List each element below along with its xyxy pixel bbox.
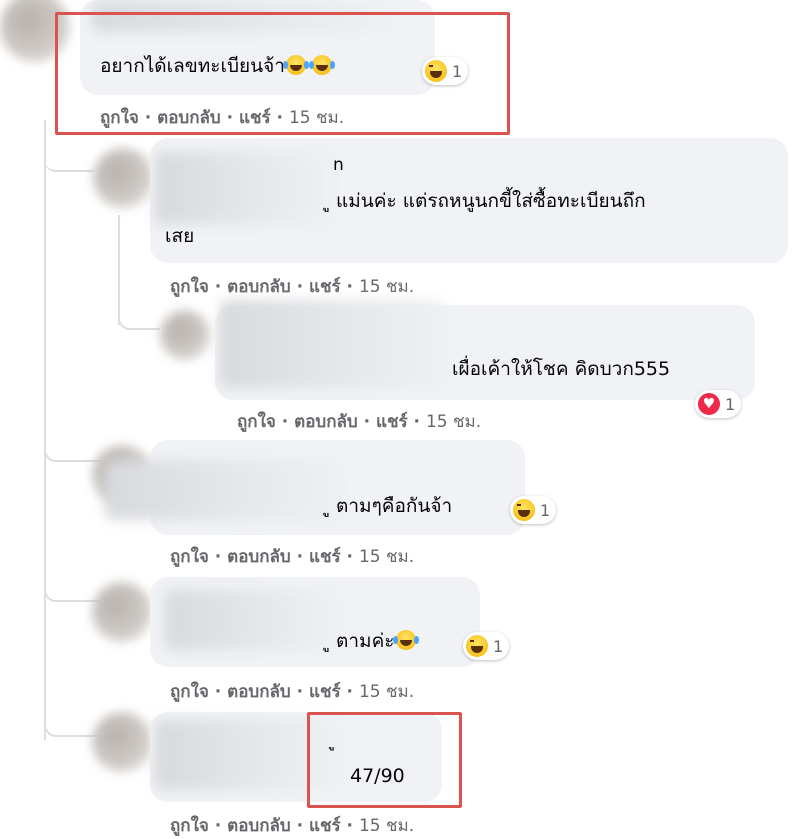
haha-reaction-icon [466,635,488,657]
comment-actions: ถูกใจ · ตอบกลับ · แชร์ · 15 ชม. [170,816,415,836]
share-link[interactable]: แชร์ [309,682,341,702]
comment-actions: ถูกใจ · ตอบกลับ · แชร์ · 15 ชม. [170,277,415,297]
avatar[interactable] [160,310,210,360]
avatar[interactable] [93,148,153,208]
timestamp[interactable]: 15 ชม. [426,412,481,432]
laughing-emoji-icon [392,630,419,650]
heart-reaction-icon: ♥ [698,393,720,415]
timestamp[interactable]: 15 ชม. [359,816,414,836]
comment-text: ู ตามๆคือกันจ้า [330,495,453,517]
timestamp[interactable]: 15 ชม. [359,547,414,567]
thread-connector [44,560,101,602]
reply-link[interactable]: ตอบกลับ [227,547,291,567]
avatar[interactable] [92,712,152,772]
commenter-name-blurred [220,300,445,388]
reply-link[interactable]: ตอบกลับ [227,277,291,297]
like-link[interactable]: ถูกใจ [170,547,209,567]
comment-actions: ถูกใจ · ตอบกลับ · แชร์ · 15 ชม. [170,682,415,702]
share-link[interactable]: แชร์ [309,547,341,567]
share-link[interactable]: แชร์ [376,412,408,432]
commenter-name[interactable]: n [333,152,344,178]
timestamp[interactable]: 15 ชม. [359,277,414,297]
thread-connector [118,290,160,330]
comment-actions: ถูกใจ · ตอบกลับ · แชร์ · 15 ชม. [170,547,415,567]
thread-connector [44,420,101,462]
avatar[interactable] [92,582,152,642]
thread-connector [44,695,101,737]
commenter-name-blurred [105,460,345,520]
commenter-name-blurred [165,590,340,650]
reply-link[interactable]: ตอบกลับ [227,682,291,702]
reaction-badge[interactable]: 1 [510,496,557,524]
haha-reaction-icon [513,499,535,521]
comment-text: เผื่อเค้าให้โชค คิดบวก555 [452,358,671,380]
reaction-count: 1 [540,500,551,520]
share-link[interactable]: แชร์ [309,816,341,836]
timestamp[interactable]: 15 ชม. [359,682,414,702]
share-link[interactable]: แชร์ [309,277,341,297]
reply-link[interactable]: ตอบกลับ [227,816,291,836]
comment-text-line: เสย [165,225,195,247]
comment-text: ู ตามค่ะ [330,625,419,657]
reaction-badge[interactable]: 1 [463,632,510,660]
reaction-count: 1 [725,394,736,414]
highlight-box [307,712,462,808]
highlight-box [55,12,510,135]
like-link[interactable]: ถูกใจ [237,412,276,432]
comment-text-line: ู แม่นค่ะ แต่รถหนูนกขี้ใส่ซื้อทะเบียนถึก [330,190,646,212]
reply-link[interactable]: ตอบกลับ [294,412,358,432]
like-link[interactable]: ถูกใจ [170,816,209,836]
reaction-badge[interactable]: ♥ 1 [695,390,742,418]
like-link[interactable]: ถูกใจ [170,277,209,297]
commenter-name-blurred [155,152,335,224]
reaction-count: 1 [493,636,504,656]
like-link[interactable]: ถูกใจ [170,682,209,702]
comment-actions: ถูกใจ · ตอบกลับ · แชร์ · 15 ชม. [237,412,482,432]
